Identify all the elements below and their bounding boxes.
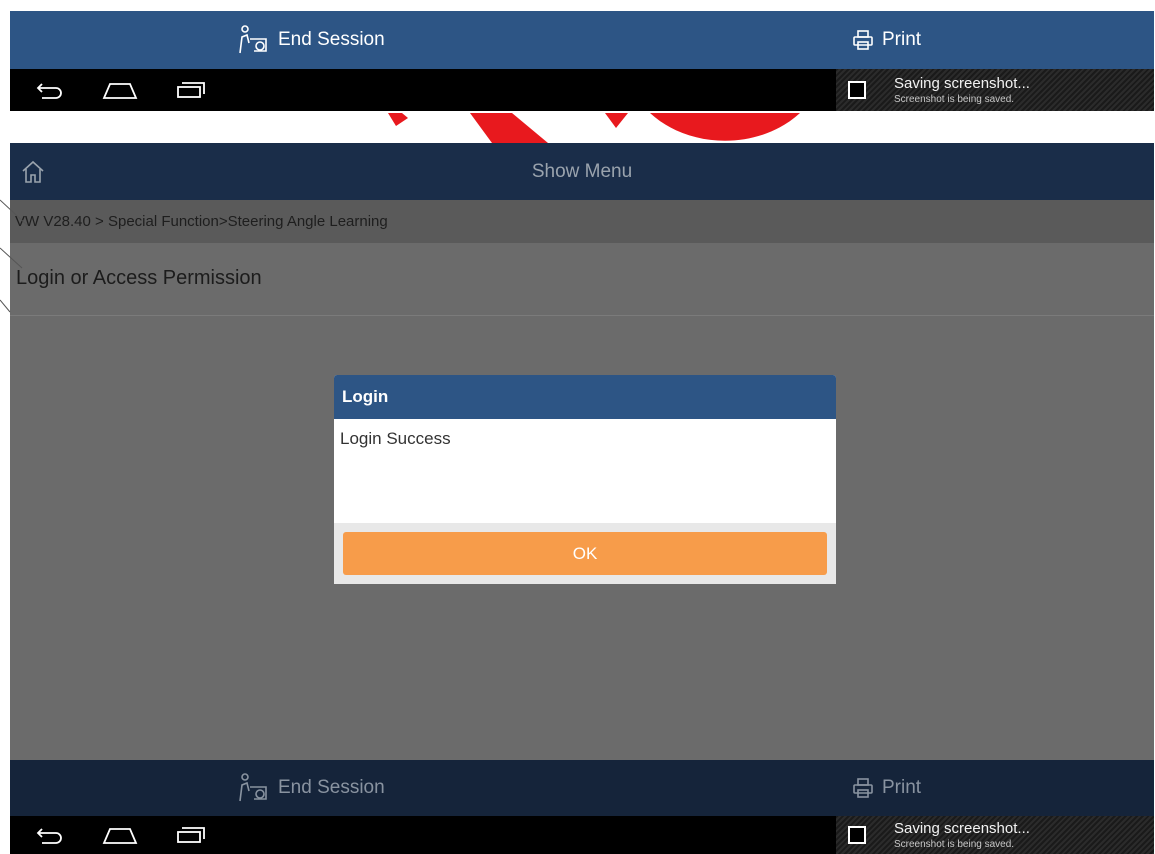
system-nav-bar: Saving screenshot... Screenshot is being… [10,816,1154,854]
recents-icon [177,82,205,98]
screenshot-notification[interactable]: Saving screenshot... Screenshot is being… [836,816,1154,854]
watermark-stroke [650,113,800,141]
print-label: Print [882,777,922,798]
watermark-stroke [605,113,628,128]
print-label: Print [882,29,922,50]
back-icon [36,83,62,99]
app-header: Show Menu [10,143,1154,200]
notification-title: Saving screenshot... [894,75,1030,92]
section-title[interactable]: Login or Access Permission [16,267,262,290]
notification-subtitle: Screenshot is being saved. [894,839,1015,850]
system-nav-bar: Saving screenshot... Screenshot is being… [10,69,1154,111]
end-session-label: End Session [278,29,385,50]
ok-button[interactable]: OK [343,532,827,575]
end-session-icon [239,773,267,802]
print-button[interactable]: Print [852,11,921,69]
watermark-stroke [470,113,548,143]
home-nav-icon [102,828,138,844]
login-dialog: Login Login Success OK [334,375,836,584]
dialog-footer: OK [334,523,836,584]
end-session-label: End Session [278,777,385,798]
top-action-bar: End Session Print [10,11,1154,69]
home-nav-button[interactable] [102,816,138,854]
page-title: Show Menu [531,161,633,182]
screenshot-notification[interactable]: Saving screenshot... Screenshot is being… [836,69,1154,111]
printer-icon [853,778,873,798]
watermark-stroke [0,299,11,313]
back-button[interactable] [36,69,64,111]
printer-icon [853,30,873,50]
back-icon [36,828,62,844]
image-icon [848,826,866,844]
recents-button[interactable] [176,69,206,111]
notification-title: Saving screenshot... [894,820,1030,837]
back-button[interactable] [36,816,64,854]
dialog-title: Login [334,375,836,419]
end-session-icon [239,25,267,54]
home-nav-icon [102,83,138,99]
breadcrumb: VW V28.40 > Special Function>Steering An… [10,200,1154,243]
recents-icon [177,827,205,843]
print-button[interactable]: Print [852,760,921,816]
end-session-button[interactable]: End Session [236,11,385,69]
notification-subtitle: Screenshot is being saved. [894,94,1015,105]
dialog-message: Login Success [340,429,451,448]
home-nav-button[interactable] [102,69,138,111]
watermark-stroke [388,113,408,126]
image-icon [848,81,866,99]
recents-button[interactable] [176,816,206,854]
end-session-button[interactable]: End Session [236,760,385,816]
bottom-action-bar: End Session Print [10,760,1154,816]
divider [10,315,1154,316]
